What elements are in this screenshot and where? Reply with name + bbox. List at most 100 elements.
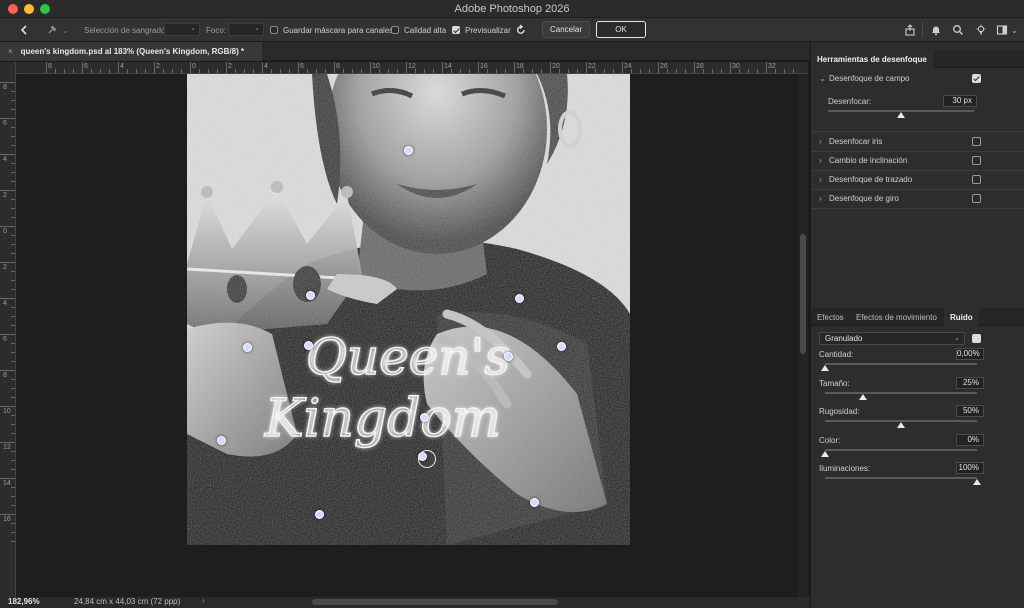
horizontal-scrollbar-thumb[interactable] <box>312 599 558 605</box>
ruler-tick <box>11 379 15 380</box>
blur-item-checkbox[interactable] <box>972 137 981 146</box>
collapse-chevron-icon[interactable]: › <box>819 194 822 203</box>
lightbulb-icon[interactable] <box>973 22 989 38</box>
noise-slider-thumb[interactable] <box>859 393 867 400</box>
noise-slider-value[interactable]: 25% <box>956 376 984 389</box>
noise-slider-value[interactable]: 0% <box>956 433 984 446</box>
ruler-tick <box>11 415 15 416</box>
zoom-level[interactable]: 182,96% <box>8 597 40 606</box>
blur-amount-field[interactable]: 30 px <box>943 95 977 107</box>
ok-button[interactable]: OK <box>596 21 646 38</box>
collapse-chevron-icon[interactable]: › <box>819 175 822 184</box>
blur-item-spin[interactable]: › Desenfoque de giro <box>811 194 1024 208</box>
preview-checkbox-box[interactable] <box>452 26 460 34</box>
ruler-tick <box>694 62 695 73</box>
document-tab[interactable]: × queen's kingdom.psd al 183% (Queen's K… <box>0 42 262 61</box>
noise-enabled-checkbox[interactable] <box>972 334 981 343</box>
ruler-tick <box>181 69 182 73</box>
divider <box>811 131 1024 132</box>
ruler-tick <box>550 62 551 73</box>
ruler-label: 0 <box>3 228 7 235</box>
share-icon[interactable] <box>902 22 918 38</box>
focus-field[interactable]: ⌄ <box>228 23 264 36</box>
ruler-label: 6 <box>300 63 304 70</box>
expand-chevron-icon[interactable]: ⌄ <box>819 74 826 83</box>
blur-pin[interactable] <box>530 498 539 507</box>
workspace-chevron-icon[interactable]: ⌄ <box>1011 18 1018 42</box>
ruler-tick <box>11 208 15 209</box>
cancel-button[interactable]: Cancelar <box>542 21 590 38</box>
noise-slider-value[interactable]: 100% <box>956 462 984 474</box>
tab-motion-effects[interactable]: Efectos de movimiento <box>850 308 943 326</box>
blur-pin[interactable] <box>306 291 315 300</box>
vertical-ruler[interactable]: 8 6 4 2 0 2 4 6 8 10 12 14 16 <box>0 62 16 598</box>
ruler-tick <box>622 62 623 73</box>
pin-tool-icon[interactable] <box>44 22 60 38</box>
blur-pin[interactable] <box>304 341 313 350</box>
blur-pin[interactable] <box>557 342 566 351</box>
blur-item-checkbox[interactable] <box>972 194 981 203</box>
noise-slider-thumb[interactable] <box>821 450 829 457</box>
workspace-icon[interactable] <box>994 22 1010 38</box>
blur-pin[interactable] <box>243 343 252 352</box>
ruler-tick <box>11 199 15 200</box>
blur-item-iris[interactable]: › Desenfocar iris <box>811 137 1024 151</box>
noise-slider-value[interactable]: 50% <box>956 405 984 417</box>
noise-slider-thumb[interactable] <box>973 479 981 485</box>
noise-slider-value[interactable]: 0,00% <box>956 348 984 360</box>
high-quality-checkbox-box[interactable] <box>391 26 399 34</box>
search-icon[interactable] <box>950 22 966 38</box>
vertical-scrollbar-thumb[interactable] <box>800 234 806 354</box>
ruler-tick <box>11 451 15 452</box>
high-quality-label: Calidad alta <box>404 25 447 35</box>
tab-effects[interactable]: Efectos <box>811 308 850 326</box>
noise-slider-track[interactable] <box>825 448 977 451</box>
save-mask-checkbox[interactable]: Guardar máscara para canales <box>270 18 393 42</box>
reset-icon[interactable] <box>513 22 529 38</box>
blur-item-tilt-shift[interactable]: › Cambio de inclinación <box>811 156 1024 170</box>
tool-dropdown-chevron-icon[interactable]: ⌄ <box>62 18 69 42</box>
bleed-selection-field[interactable]: ⌄ <box>164 23 200 36</box>
back-arrow-icon[interactable] <box>16 22 32 38</box>
blur-pin[interactable] <box>404 146 413 155</box>
horizontal-ruler[interactable]: 8 6 4 2 0 2 4 6 8 10 12 14 16 18 20 22 24 26 28 30 32 <box>16 62 808 74</box>
close-tab-icon[interactable]: × <box>8 47 13 56</box>
preview-checkbox[interactable]: Previsualizar <box>452 18 511 42</box>
blur-pin[interactable] <box>515 294 524 303</box>
ruler-tick <box>11 235 15 236</box>
blur-item-label: Desenfoque de campo <box>829 74 910 83</box>
blur-pin[interactable] <box>504 352 513 361</box>
blur-item-checkbox[interactable] <box>972 175 981 184</box>
noise-slider-thumb[interactable] <box>897 422 905 428</box>
high-quality-checkbox[interactable]: Calidad alta <box>391 18 446 42</box>
blur-pin[interactable] <box>217 436 226 445</box>
blur-pin[interactable] <box>315 510 324 519</box>
tab-blur-tools[interactable]: Herramientas de desenfoque <box>811 50 933 68</box>
vertical-scrollbar[interactable] <box>798 74 808 597</box>
blur-amount-slider-thumb[interactable] <box>897 112 905 118</box>
tab-noise[interactable]: Ruido <box>944 308 979 326</box>
blur-item-path[interactable]: › Desenfoque de trazado <box>811 175 1024 189</box>
blur-item-checkbox[interactable] <box>972 74 981 83</box>
noise-slider-thumb[interactable] <box>821 365 829 371</box>
ruler-tick <box>397 69 398 73</box>
ruler-tick <box>11 469 15 470</box>
ruler-label: 8 <box>3 84 7 91</box>
save-mask-checkbox-box[interactable] <box>270 26 278 34</box>
ruler-tick <box>91 69 92 73</box>
blur-item-field[interactable]: ⌄ Desenfoque de campo <box>811 74 1024 88</box>
status-menu-arrow-icon[interactable]: › <box>202 596 205 605</box>
ruler-tick <box>649 69 650 73</box>
collapse-chevron-icon[interactable]: › <box>819 137 822 146</box>
noise-slider-track[interactable] <box>825 363 977 365</box>
ruler-tick <box>523 69 524 73</box>
canvas-area[interactable]: Queen's Queen's Kingdom Kingdom <box>17 74 797 597</box>
collapse-chevron-icon[interactable]: › <box>819 156 822 165</box>
blur-item-checkbox[interactable] <box>972 156 981 165</box>
blur-pin[interactable] <box>420 413 429 422</box>
bell-icon[interactable] <box>928 22 944 38</box>
artwork-image[interactable]: Queen's Queen's Kingdom Kingdom <box>187 74 630 545</box>
noise-slider-track[interactable] <box>825 391 977 394</box>
noise-type-select[interactable]: Granulado ⌄ <box>819 332 965 345</box>
noise-slider-track[interactable] <box>825 477 977 479</box>
